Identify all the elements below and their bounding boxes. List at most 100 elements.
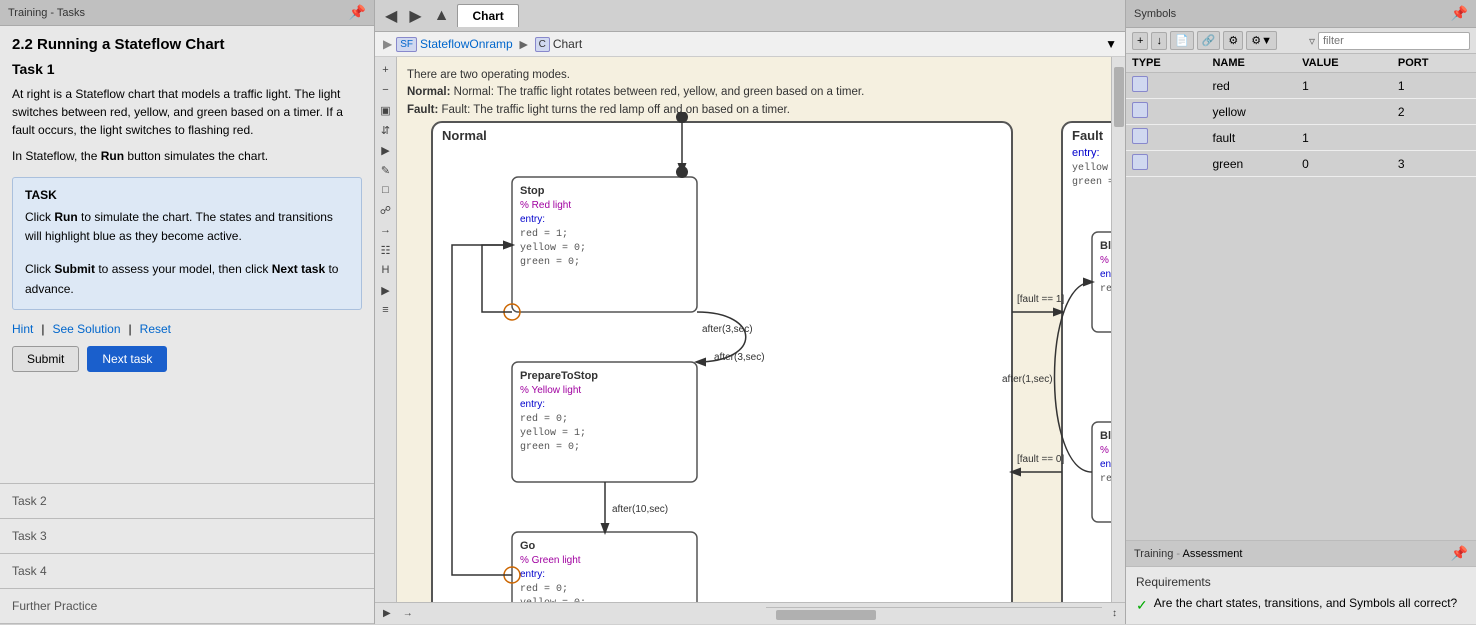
assessment-section: Training - Assessment 📌 Requirements ✓ A… — [1126, 540, 1476, 624]
sym-btn-2[interactable]: ↓ — [1151, 32, 1167, 50]
submit-button[interactable]: Submit — [12, 346, 79, 372]
table-row[interactable]: green 0 3 — [1126, 151, 1476, 177]
stateflow-svg: Normal Stop % Red light entry: red = 1; … — [422, 112, 1111, 602]
table-row[interactable]: fault 1 — [1126, 125, 1476, 151]
root-icon: SF — [396, 37, 417, 52]
sym-btn-5[interactable]: ⚙ — [1223, 31, 1243, 50]
row-port: 1 — [1392, 73, 1476, 99]
requirement-text: Are the chart states, transitions, and S… — [1154, 595, 1457, 612]
svg-text:after(3,sec): after(3,sec) — [702, 324, 753, 335]
nav-up-button[interactable]: ▲ — [430, 5, 454, 27]
breadcrumb-dropdown[interactable]: ▼ — [1105, 37, 1117, 51]
nav-back-button[interactable]: ◀ — [381, 4, 401, 28]
hscroll-thumb[interactable] — [776, 610, 876, 620]
table-row[interactable]: red 1 1 — [1126, 73, 1476, 99]
svg-text:green = 0;: green = 0; — [520, 257, 580, 268]
row-name: green — [1206, 151, 1296, 177]
toolbar-fit[interactable]: ▣ — [377, 101, 395, 119]
vscroll-thumb[interactable] — [1114, 67, 1124, 127]
next-task-button[interactable]: Next task — [87, 346, 167, 372]
bottombar-btn-1[interactable]: ▶ — [381, 606, 393, 621]
chart-description: There are two operating modes. Normal: N… — [407, 67, 864, 119]
svg-text:entry:: entry: — [520, 399, 545, 410]
svg-text:green = 0;: green = 0; — [520, 442, 580, 453]
task-list-item-4[interactable]: Task 4 — [0, 554, 374, 589]
toolbar-zoom-out[interactable]: − — [377, 81, 395, 99]
hint-bar: Hint | See Solution | Reset — [12, 322, 362, 336]
svg-text:Go: Go — [520, 540, 536, 552]
svg-text:entry:: entry: — [520, 214, 545, 225]
row-port: 2 — [1392, 99, 1476, 125]
symbols-pin-icon[interactable]: 📌 — [1451, 5, 1468, 22]
svg-text:[fault == 0]: [fault == 0] — [1017, 454, 1064, 465]
symbols-table: TYPE NAME VALUE PORT red 1 1 yellow 2 fa… — [1126, 54, 1476, 540]
hint-link[interactable]: Hint — [12, 322, 33, 336]
see-solution-link[interactable]: See Solution — [52, 322, 120, 336]
svg-text:PrepareToStop: PrepareToStop — [520, 370, 598, 382]
row-value — [1296, 99, 1392, 125]
toolbar-select[interactable]: ▶ — [377, 141, 395, 159]
sym-filter-input[interactable] — [1318, 32, 1470, 50]
row-value: 1 — [1296, 73, 1392, 99]
sym-btn-4[interactable]: 🔗 — [1197, 31, 1221, 50]
row-port — [1392, 125, 1476, 151]
toolbar-zoom-in[interactable]: + — [377, 61, 395, 79]
sym-btn-3[interactable]: 📄 — [1170, 31, 1194, 50]
pin-icon[interactable]: 📌 — [349, 4, 366, 21]
svg-text:[fault == 1]: [fault == 1] — [1017, 294, 1064, 305]
bottombar-btn-2[interactable]: → — [401, 606, 415, 621]
table-row[interactable]: yellow 2 — [1126, 99, 1476, 125]
svg-text:green = 0;: green = 0; — [1072, 177, 1111, 188]
task-list-item-2[interactable]: Task 2 — [0, 484, 374, 519]
assessment-pin-icon[interactable]: 📌 — [1451, 545, 1468, 562]
svg-text:Stop: Stop — [520, 185, 545, 197]
nav-forward-button[interactable]: ▶ — [405, 4, 425, 28]
toolbar-arrow[interactable]: → — [377, 221, 395, 239]
chart-scrollbar-h[interactable] — [766, 607, 1102, 621]
svg-text:red = 1;: red = 1; — [1100, 283, 1111, 295]
toolbar-anim[interactable]: ▶ — [377, 281, 395, 299]
svg-text:yellow = 0;: yellow = 0; — [520, 242, 586, 254]
row-name: red — [1206, 73, 1296, 99]
toolbar-list[interactable]: ≡ — [377, 301, 395, 319]
task-list: Task 2 Task 3 Task 4 Further Practice — [0, 483, 374, 624]
left-panel-content: 2.2 Running a Stateflow Chart Task 1 At … — [0, 26, 374, 483]
task-description: At right is a Stateflow chart that model… — [12, 85, 362, 139]
type-icon — [1132, 102, 1148, 118]
bottombar-btn-3[interactable]: ↕ — [1110, 606, 1119, 621]
svg-text:% Green light: % Green light — [520, 555, 581, 566]
toolbar-table[interactable]: ☷ — [377, 241, 395, 259]
breadcrumb-root[interactable]: SF StateflowOnramp — [396, 37, 513, 52]
row-type — [1126, 99, 1206, 125]
chart-canvas[interactable]: There are two operating modes. Normal: N… — [397, 57, 1111, 602]
requirements-label: Requirements — [1136, 575, 1466, 589]
toolbar-box[interactable]: □ — [377, 181, 395, 199]
svg-text:red = 0;: red = 0; — [1100, 473, 1111, 485]
section-title: 2.2 Running a Stateflow Chart — [12, 36, 362, 53]
toolbar-img[interactable]: ☍ — [377, 201, 395, 219]
reset-link[interactable]: Reset — [140, 322, 171, 336]
chart-scrollbar-v[interactable] — [1111, 57, 1125, 602]
svg-text:% Red light: % Red light — [520, 200, 571, 211]
task-list-item-3[interactable]: Task 3 — [0, 519, 374, 554]
task-list-item-further[interactable]: Further Practice — [0, 589, 374, 624]
chart-tabbar: ◀ ▶ ▲ Chart — [375, 0, 1125, 32]
svg-text:after(10,sec): after(10,sec) — [612, 504, 668, 515]
task-box: TASK Click Run to simulate the chart. Th… — [12, 177, 362, 310]
sym-btn-6[interactable]: ⚙▼ — [1246, 31, 1277, 50]
toolbar-pan[interactable]: ⇵ — [377, 121, 395, 139]
row-type — [1126, 151, 1206, 177]
svg-text:yellow = 0;: yellow = 0; — [520, 597, 586, 602]
chart-tab[interactable]: Chart — [457, 4, 518, 27]
toolbar-help[interactable]: H — [377, 261, 395, 279]
sym-btn-1[interactable]: + — [1132, 32, 1148, 50]
svg-text:after(3,sec): after(3,sec) — [714, 352, 765, 363]
breadcrumb-current: C Chart — [535, 37, 583, 52]
assessment-title: Training - Assessment — [1134, 548, 1242, 560]
svg-text:entry:: entry: — [1100, 269, 1111, 280]
col-port: PORT — [1392, 54, 1476, 73]
task-title: Task 1 — [12, 61, 362, 77]
type-icon — [1132, 154, 1148, 170]
toolbar-pencil[interactable]: ✎ — [377, 161, 395, 179]
task-box-title: TASK — [25, 188, 349, 202]
